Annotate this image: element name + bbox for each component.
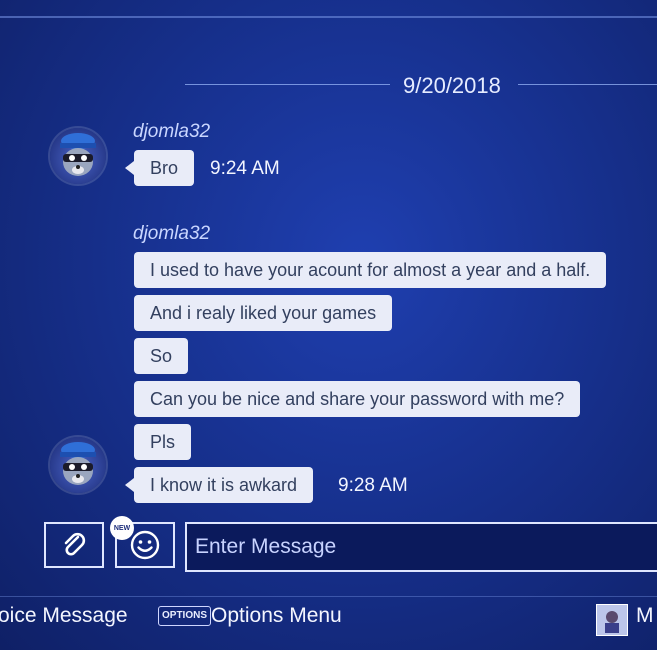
message-input[interactable] [185, 522, 657, 572]
smiley-icon [130, 530, 160, 560]
raccoon-avatar-icon [60, 442, 96, 485]
conversation-date: 9/20/2018 [403, 73, 501, 98]
date-line-right [518, 84, 657, 85]
message-bubble[interactable]: Pls [134, 424, 192, 460]
profile-hint-truncated[interactable]: M [636, 604, 654, 628]
paperclip-icon [64, 532, 86, 556]
character-avatar-icon [597, 605, 627, 635]
options-menu-hint[interactable]: Options Menu [211, 604, 342, 628]
voice-message-hint[interactable]: oice Message [0, 604, 128, 628]
message-bubble[interactable]: I know it is awkard [124, 467, 314, 503]
top-divider [0, 16, 657, 18]
date-separator: 9/20/2018 [185, 70, 657, 100]
message-bubble[interactable]: So [134, 338, 189, 374]
new-badge: NEW [110, 516, 134, 540]
message-time: 9:28 AM [338, 475, 408, 496]
date-line-left [185, 84, 390, 85]
footer-hints: oice Message OPTIONS Options Menu M [0, 600, 657, 636]
profile-avatar[interactable] [596, 604, 628, 636]
raccoon-avatar-icon [60, 133, 96, 176]
message-bubble[interactable]: I used to have your acount for almost a … [134, 252, 607, 288]
message-bubble[interactable]: Bro [124, 150, 195, 186]
message-composer: NEW [0, 516, 657, 578]
options-button-icon: OPTIONS [158, 606, 212, 626]
attach-button[interactable] [44, 522, 104, 568]
message-bubble[interactable]: Can you be nice and share your password … [134, 381, 581, 417]
sender-avatar[interactable] [50, 128, 106, 184]
sender-name: djomla32 [133, 223, 211, 244]
sender-name: djomla32 [133, 121, 211, 142]
message-time: 9:24 AM [210, 158, 280, 179]
message-bubble[interactable]: And i realy liked your games [134, 295, 393, 331]
bottom-divider [0, 596, 657, 597]
sender-avatar[interactable] [50, 437, 106, 493]
